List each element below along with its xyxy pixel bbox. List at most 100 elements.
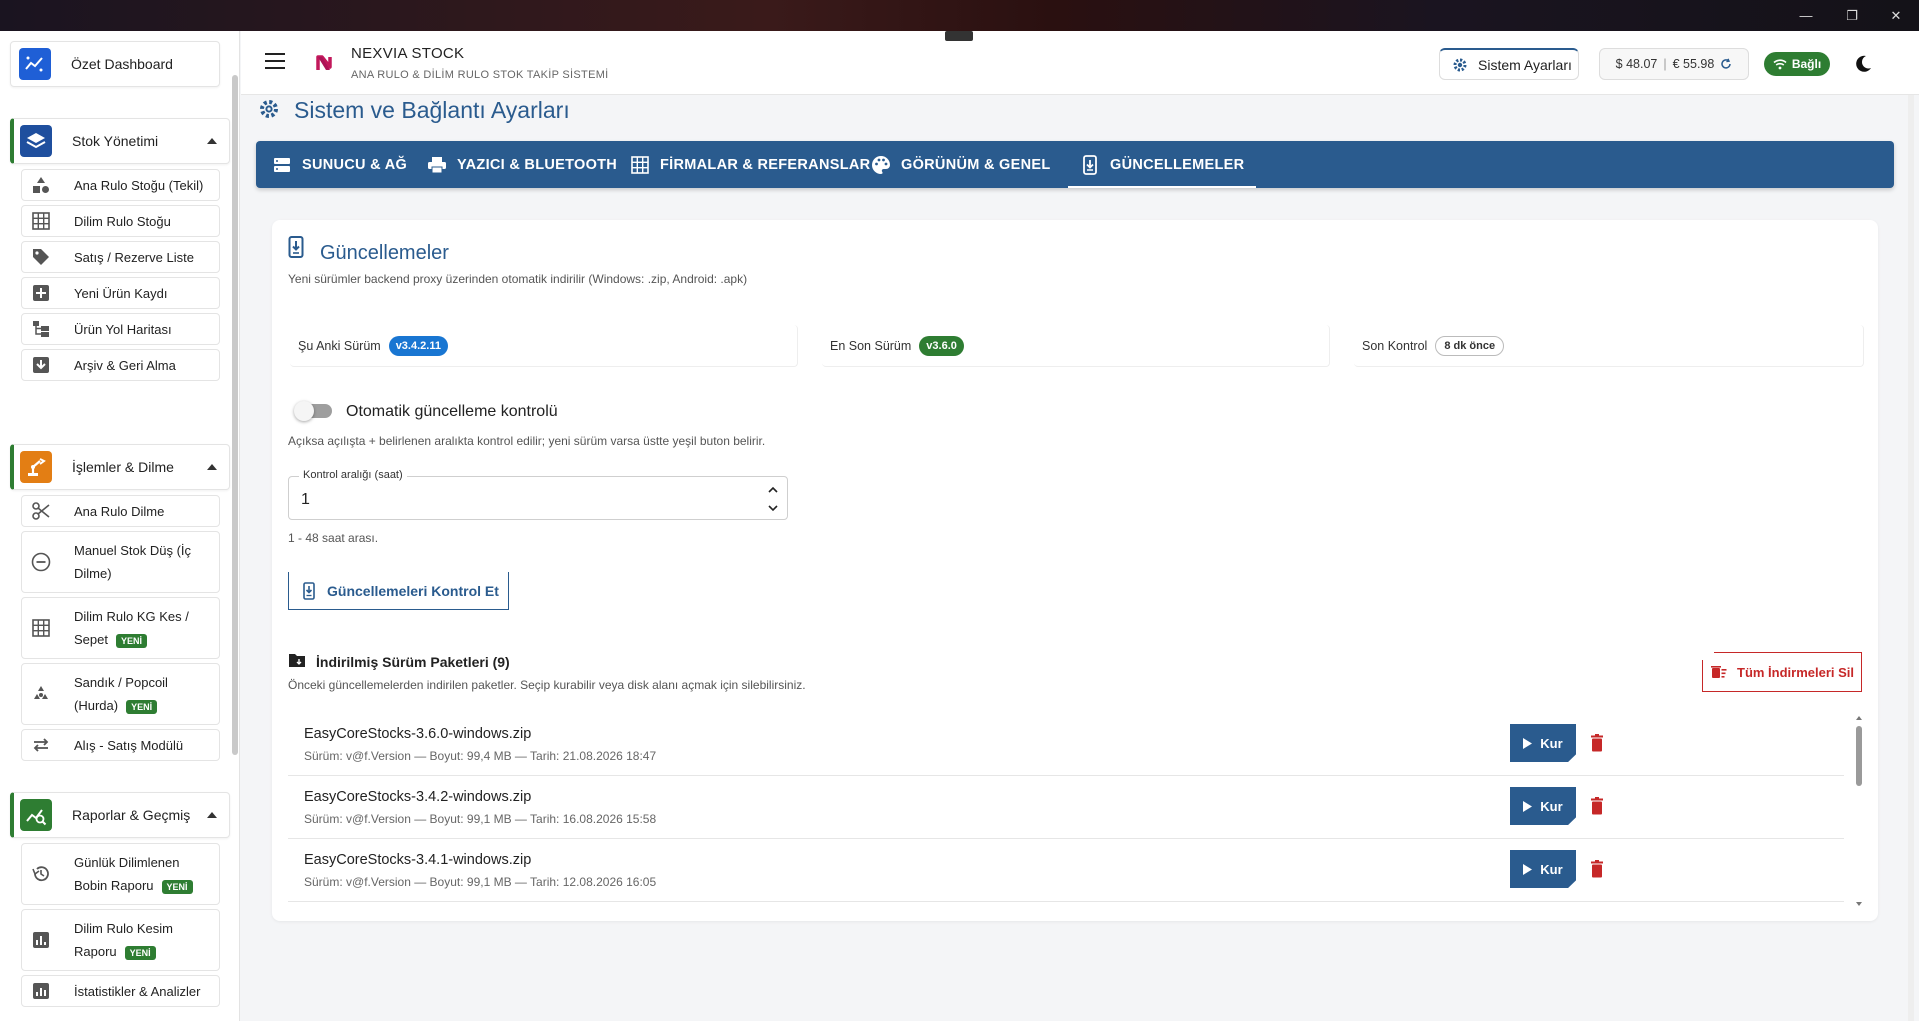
package-name: EasyCoreStocks-3.4.2-windows.zip [304, 789, 532, 805]
sidebar-item-label: Sandık / Popcoil (Hurda) YENİ [74, 675, 168, 714]
sidebar-item-label: Dilim Rulo Stoğu [74, 213, 171, 229]
folder-download-icon [288, 652, 306, 668]
sidebar-item-yeni-urun[interactable]: Yeni Ürün Kaydı [21, 277, 220, 309]
tab-label: FİRMALAR & REFERANSLAR [660, 156, 871, 173]
delete-all-label: Tüm İndirmeleri Sil [1737, 664, 1855, 680]
printer-icon [427, 155, 447, 175]
install-button[interactable]: Kur [1510, 787, 1576, 825]
brand-logo [311, 50, 337, 76]
menu-icon[interactable] [265, 53, 285, 69]
close-button[interactable]: ✕ [1873, 0, 1919, 31]
analytics-search-icon [20, 799, 52, 831]
tab-label: SUNUCU & AĞ [302, 156, 408, 173]
play-icon [1523, 737, 1533, 749]
new-badge: YENİ [126, 699, 158, 714]
check-updates-button[interactable]: Güncellemeleri Kontrol Et [288, 572, 509, 610]
sidebar: Özet Dashboard Stok Yönetimi Ana Rulo St… [0, 31, 240, 1021]
sidebar-item-dashboard[interactable]: Özet Dashboard [10, 41, 220, 87]
check-interval-hint: 1 - 48 saat arası. [288, 531, 379, 545]
list-item: EasyCoreStocks-3.6.0-windows.zip Sürüm: … [288, 714, 1844, 776]
sidebar-item-gunluk-rapor[interactable]: Günlük Dilimlenen Bobin Raporu YENİ [21, 843, 220, 905]
new-badge: YENİ [161, 879, 193, 894]
sidebar-section-operations[interactable]: İşlemler & Dilme [10, 444, 230, 490]
sidebar-item-arsiv[interactable]: Arşiv & Geri Alma [21, 349, 220, 381]
sidebar-item-istatistik[interactable]: İstatistikler & Analizler [21, 975, 220, 1007]
sidebar-item-label: Ana Rulo Dilme [74, 503, 165, 519]
auto-update-toggle[interactable] [294, 401, 332, 421]
brand-title: NEXVIA STOCK [351, 45, 465, 62]
grid-icon [30, 617, 52, 639]
play-icon [1523, 863, 1533, 875]
last-check-box: Son Kontrol 8 dk önce [1354, 325, 1864, 367]
page-title: Sistem ve Bağlantı Ayarları [294, 97, 570, 123]
gear-icon [258, 98, 280, 120]
sidebar-item-satis[interactable]: Satış / Rezerve Liste [21, 241, 220, 273]
sidebar-item-label: Arşiv & Geri Alma [74, 357, 176, 373]
auto-update-description: Açıksa açılışta + belirlenen aralıkta ko… [288, 434, 766, 448]
sidebar-item-dilim-rulo[interactable]: Dilim Rulo Stoğu [21, 205, 220, 237]
sidebar-item-kesim-rapor[interactable]: Dilim Rulo Kesim Raporu YENİ [21, 909, 220, 971]
system-update-icon [303, 581, 315, 600]
rate-separator: | [1663, 57, 1667, 71]
updates-card: Güncellemeler Yeni sürümler backend prox… [272, 220, 1878, 921]
sidebar-item-sandik[interactable]: Sandık / Popcoil (Hurda) YENİ [21, 663, 220, 725]
sidebar-item-dilim-kg-kes[interactable]: Dilim Rulo KG Kes / Sepet YENİ [21, 597, 220, 659]
install-label: Kur [1540, 798, 1563, 814]
delete-sweep-icon [1711, 665, 1727, 679]
latest-version-chip: v3.6.0 [919, 335, 964, 356]
drag-handle[interactable] [945, 31, 973, 41]
main-scrollbar[interactable] [1908, 95, 1914, 1021]
gear-icon [1452, 57, 1468, 73]
list-item: EasyCoreStocks-3.4.2-windows.zip Sürüm: … [288, 777, 1844, 839]
settings-label: Sistem Ayarları [1478, 56, 1572, 73]
tab-label: YAZICI & BLUETOOTH [457, 156, 618, 173]
recycle-icon [30, 683, 52, 705]
sidebar-item-label: Manuel Stok Düş (İç Dilme) [74, 543, 192, 581]
package-name: EasyCoreStocks-3.4.1-windows.zip [304, 852, 532, 868]
auto-update-label: Otomatik güncelleme kontrolü [346, 403, 558, 420]
section-description: Yeni sürümler backend proxy üzerinden ot… [288, 272, 748, 286]
sidebar-item-yol-haritasi[interactable]: Ürün Yol Haritası [21, 313, 220, 345]
sidebar-item-manuel-stok[interactable]: Manuel Stok Düş (İç Dilme) [21, 531, 220, 593]
sidebar-item-label: Ürün Yol Haritası [74, 321, 172, 337]
sidebar-item-ana-rulo-dilme[interactable]: Ana Rulo Dilme [21, 495, 220, 527]
section-label: İşlemler & Dilme [72, 459, 174, 475]
sidebar-item-label: Ana Rulo Stoğu (Tekil) [74, 177, 204, 193]
palette-icon [871, 155, 891, 175]
tab-updates[interactable]: GÜNCELLEMELER [1068, 141, 1257, 188]
delete-icon[interactable] [1590, 860, 1604, 878]
sidebar-item-ana-rulo[interactable]: Ana Rulo Stoğu (Tekil) [21, 169, 220, 201]
minimize-button[interactable]: — [1783, 0, 1829, 31]
delete-all-downloads-button[interactable]: Tüm İndirmeleri Sil [1702, 652, 1862, 692]
tab-server-network[interactable]: SUNUCU & AĞ [272, 141, 407, 188]
system-settings-button[interactable]: Sistem Ayarları [1439, 48, 1579, 80]
install-button[interactable]: Kur [1510, 724, 1576, 762]
package-name: EasyCoreStocks-3.6.0-windows.zip [304, 726, 532, 742]
packages-description: Önceki güncellemelerden indirilen paketl… [288, 678, 806, 692]
sidebar-item-label: Satış / Rezerve Liste [74, 249, 194, 265]
robot-arm-icon [20, 451, 52, 483]
delete-icon[interactable] [1590, 797, 1604, 815]
sidebar-section-reports[interactable]: Raporlar & Geçmiş [10, 792, 230, 838]
last-check-chip: 8 dk önce [1435, 335, 1505, 356]
tab-printer-bluetooth[interactable]: YAZICI & BLUETOOTH [427, 141, 617, 188]
delete-icon[interactable] [1590, 734, 1604, 752]
sidebar-item-label: Özet Dashboard [71, 56, 173, 72]
maximize-button[interactable]: ❐ [1829, 0, 1875, 31]
check-interval-value: 1 [301, 491, 310, 508]
tab-companies-references[interactable]: FİRMALAR & REFERANSLAR [630, 141, 870, 188]
refresh-icon[interactable] [1720, 58, 1732, 70]
section-label: Stok Yönetimi [72, 133, 159, 149]
bar-chart-icon [30, 929, 52, 951]
tab-appearance-general[interactable]: GÖRÜNÜM & GENEL [871, 141, 1051, 188]
stepper-icon[interactable] [767, 483, 779, 515]
sidebar-scrollbar[interactable] [232, 75, 238, 755]
check-interval-field[interactable]: Kontrol aralığı (saat) 1 [288, 469, 788, 520]
install-button[interactable]: Kur [1510, 850, 1576, 888]
packages-scrollbar[interactable] [1856, 716, 1862, 906]
sidebar-section-stock[interactable]: Stok Yönetimi [10, 118, 230, 164]
dark-mode-toggle-icon[interactable] [1853, 54, 1873, 74]
sidebar-item-alis-satis[interactable]: Alış - Satış Modülü [21, 729, 220, 761]
add-box-icon [30, 282, 52, 304]
section-label: Raporlar & Geçmiş [72, 807, 191, 823]
